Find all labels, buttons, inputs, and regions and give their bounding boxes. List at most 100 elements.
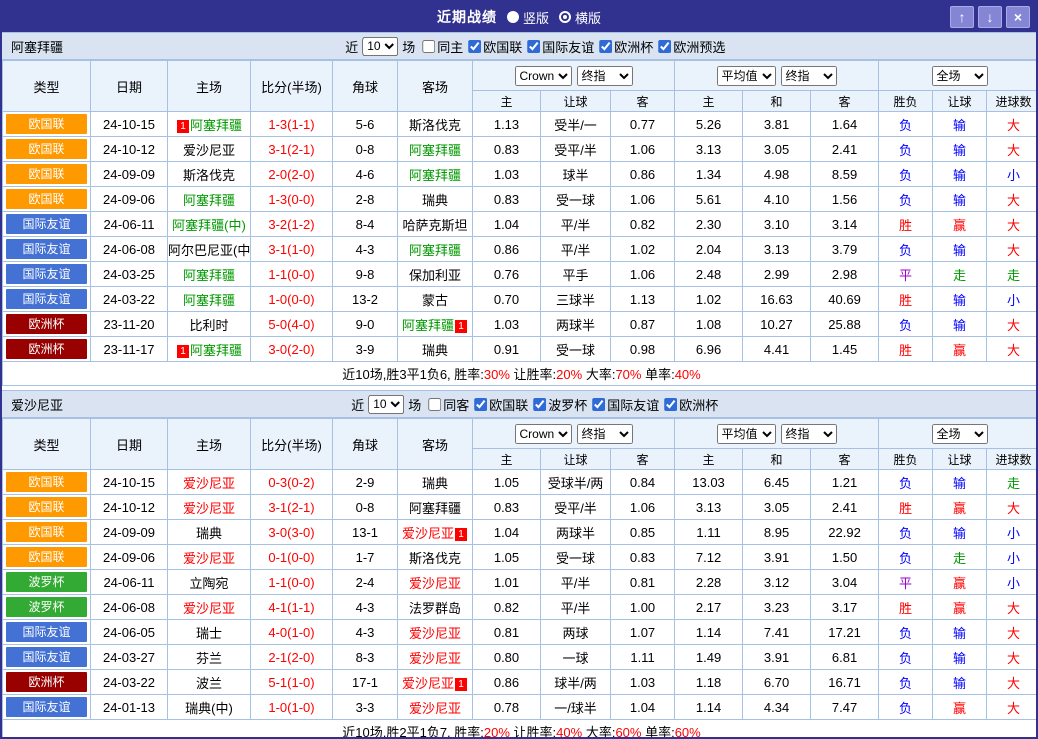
same-venue-checkbox[interactable]: 同客 bbox=[428, 395, 469, 414]
subcol-handicap-result: 让球 bbox=[933, 449, 987, 470]
asia-away-odds-cell: 1.06 bbox=[611, 137, 675, 162]
euro-time-select[interactable]: 终指 bbox=[781, 66, 837, 86]
score-cell: 4-1(1-1) bbox=[251, 595, 333, 620]
league-checkbox-input[interactable] bbox=[599, 40, 612, 53]
asia-away-odds-cell: 1.06 bbox=[611, 495, 675, 520]
col-header-home: 主场 bbox=[168, 419, 251, 470]
league-label: 波罗杯 bbox=[548, 395, 587, 414]
euro-away-odds-cell: 7.47 bbox=[811, 695, 879, 720]
asia-home-odds-cell: 1.04 bbox=[473, 520, 541, 545]
horizontal-layout-radio[interactable]: 横版 bbox=[559, 8, 601, 27]
match-type-cell: 欧洲杯 bbox=[3, 670, 91, 695]
euro-home-odds-cell: 1.49 bbox=[675, 645, 743, 670]
team-name: 波兰 bbox=[196, 676, 222, 691]
score-cell: 3-0(2-0) bbox=[251, 337, 333, 362]
result-handicap-cell: 赢 bbox=[933, 495, 987, 520]
radio-selected-icon bbox=[559, 11, 571, 23]
games-count-select[interactable]: 10 bbox=[362, 37, 398, 56]
col-header-date: 日期 bbox=[91, 61, 168, 112]
away-team-cell: 爱沙尼亚 bbox=[398, 645, 473, 670]
team-name: 爱沙尼亚 bbox=[183, 601, 235, 616]
vertical-layout-radio[interactable]: 竖版 bbox=[507, 8, 549, 27]
date-cell: 23-11-20 bbox=[91, 312, 168, 337]
match-type-badge: 欧国联 bbox=[6, 164, 87, 184]
col-header-corner: 角球 bbox=[333, 61, 398, 112]
result-handicap-cell: 输 bbox=[933, 670, 987, 695]
corner-cell: 3-3 bbox=[333, 695, 398, 720]
close-button[interactable]: × bbox=[1006, 6, 1030, 28]
league-checkbox-input[interactable] bbox=[527, 40, 540, 53]
result-goals-cell: 大 bbox=[987, 337, 1038, 362]
score-cell: 1-1(0-0) bbox=[251, 570, 333, 595]
euro-company-select[interactable]: 平均值 bbox=[717, 424, 776, 444]
league-checkbox-1[interactable]: 国际友谊 bbox=[527, 37, 594, 56]
team-name: 爱沙尼亚 bbox=[183, 551, 235, 566]
date-cell: 24-06-05 bbox=[91, 620, 168, 645]
asia-away-odds-cell: 0.77 bbox=[611, 112, 675, 137]
col-header-date: 日期 bbox=[91, 419, 168, 470]
subcol-euro-home: 主 bbox=[675, 449, 743, 470]
league-checkbox-1[interactable]: 波罗杯 bbox=[533, 395, 587, 414]
euro-home-odds-cell: 2.28 bbox=[675, 570, 743, 595]
euro-home-odds-cell: 1.11 bbox=[675, 520, 743, 545]
euro-time-select[interactable]: 终指 bbox=[781, 424, 837, 444]
result-goals-cell: 大 bbox=[987, 137, 1038, 162]
euro-home-odds-cell: 2.17 bbox=[675, 595, 743, 620]
move-up-button[interactable]: ↑ bbox=[950, 6, 974, 28]
asia-away-odds-cell: 1.13 bbox=[611, 287, 675, 312]
league-checkbox-3[interactable]: 欧洲杯 bbox=[664, 395, 718, 414]
euro-away-odds-cell: 2.41 bbox=[811, 495, 879, 520]
league-checkbox-input[interactable] bbox=[664, 398, 677, 411]
same-venue-checkbox-input[interactable] bbox=[428, 398, 441, 411]
league-checkbox-input[interactable] bbox=[658, 40, 671, 53]
league-checkbox-3[interactable]: 欧洲预选 bbox=[658, 37, 725, 56]
euro-home-odds-cell: 2.48 bbox=[675, 262, 743, 287]
match-type-badge: 欧国联 bbox=[6, 114, 87, 134]
handicap-cell: 平/半 bbox=[541, 237, 611, 262]
asia-company-select[interactable]: Crown bbox=[515, 424, 572, 444]
same-venue-checkbox-input[interactable] bbox=[422, 40, 435, 53]
corner-cell: 4-3 bbox=[333, 237, 398, 262]
date-cell: 24-03-22 bbox=[91, 670, 168, 695]
team-name: 哈萨克斯坦 bbox=[402, 218, 467, 233]
match-type-badge: 国际友谊 bbox=[6, 214, 87, 234]
euro-draw-odds-cell: 3.23 bbox=[743, 595, 811, 620]
games-count-select[interactable]: 10 bbox=[368, 395, 404, 414]
scope-select[interactable]: 全场 bbox=[932, 424, 988, 444]
euro-company-select[interactable]: 平均值 bbox=[717, 66, 776, 86]
scope-select[interactable]: 全场 bbox=[932, 66, 988, 86]
league-checkbox-input[interactable] bbox=[533, 398, 546, 411]
result-winloss-cell: 负 bbox=[879, 112, 933, 137]
away-team-cell: 爱沙尼亚 bbox=[398, 695, 473, 720]
euro-away-odds-cell: 22.92 bbox=[811, 520, 879, 545]
result-handicap-cell: 赢 bbox=[933, 337, 987, 362]
league-checkbox-input[interactable] bbox=[592, 398, 605, 411]
euro-home-odds-cell: 1.02 bbox=[675, 287, 743, 312]
asia-home-odds-cell: 0.86 bbox=[473, 670, 541, 695]
euro-draw-odds-cell: 6.45 bbox=[743, 470, 811, 495]
result-winloss-cell: 胜 bbox=[879, 287, 933, 312]
move-down-button[interactable]: ↓ bbox=[978, 6, 1002, 28]
result-goals-cell: 小 bbox=[987, 287, 1038, 312]
rank-badge: 1 bbox=[455, 320, 467, 333]
asia-time-select[interactable]: 终指 bbox=[577, 66, 633, 86]
league-checkbox-0[interactable]: 欧国联 bbox=[468, 37, 522, 56]
subcol-euro-away: 客 bbox=[811, 449, 879, 470]
result-winloss-cell: 负 bbox=[879, 162, 933, 187]
results-table: 类型 日期 主场 比分(半场) 角球 客场 Crown 终指 平均值 bbox=[2, 60, 1038, 386]
league-checkbox-0[interactable]: 欧国联 bbox=[474, 395, 528, 414]
asia-company-select[interactable]: Crown bbox=[515, 66, 572, 86]
corner-cell: 9-0 bbox=[333, 312, 398, 337]
league-checkbox-input[interactable] bbox=[468, 40, 481, 53]
league-checkbox-input[interactable] bbox=[474, 398, 487, 411]
away-team-cell: 瑞典 bbox=[398, 470, 473, 495]
date-cell: 24-09-09 bbox=[91, 162, 168, 187]
score-cell: 2-1(2-0) bbox=[251, 645, 333, 670]
same-venue-checkbox[interactable]: 同主 bbox=[422, 37, 463, 56]
euro-away-odds-cell: 16.71 bbox=[811, 670, 879, 695]
team-name: 瑞典 bbox=[422, 476, 448, 491]
asia-time-select[interactable]: 终指 bbox=[577, 424, 633, 444]
league-checkbox-2[interactable]: 欧洲杯 bbox=[599, 37, 653, 56]
league-checkbox-2[interactable]: 国际友谊 bbox=[592, 395, 659, 414]
asia-home-odds-cell: 1.05 bbox=[473, 545, 541, 570]
